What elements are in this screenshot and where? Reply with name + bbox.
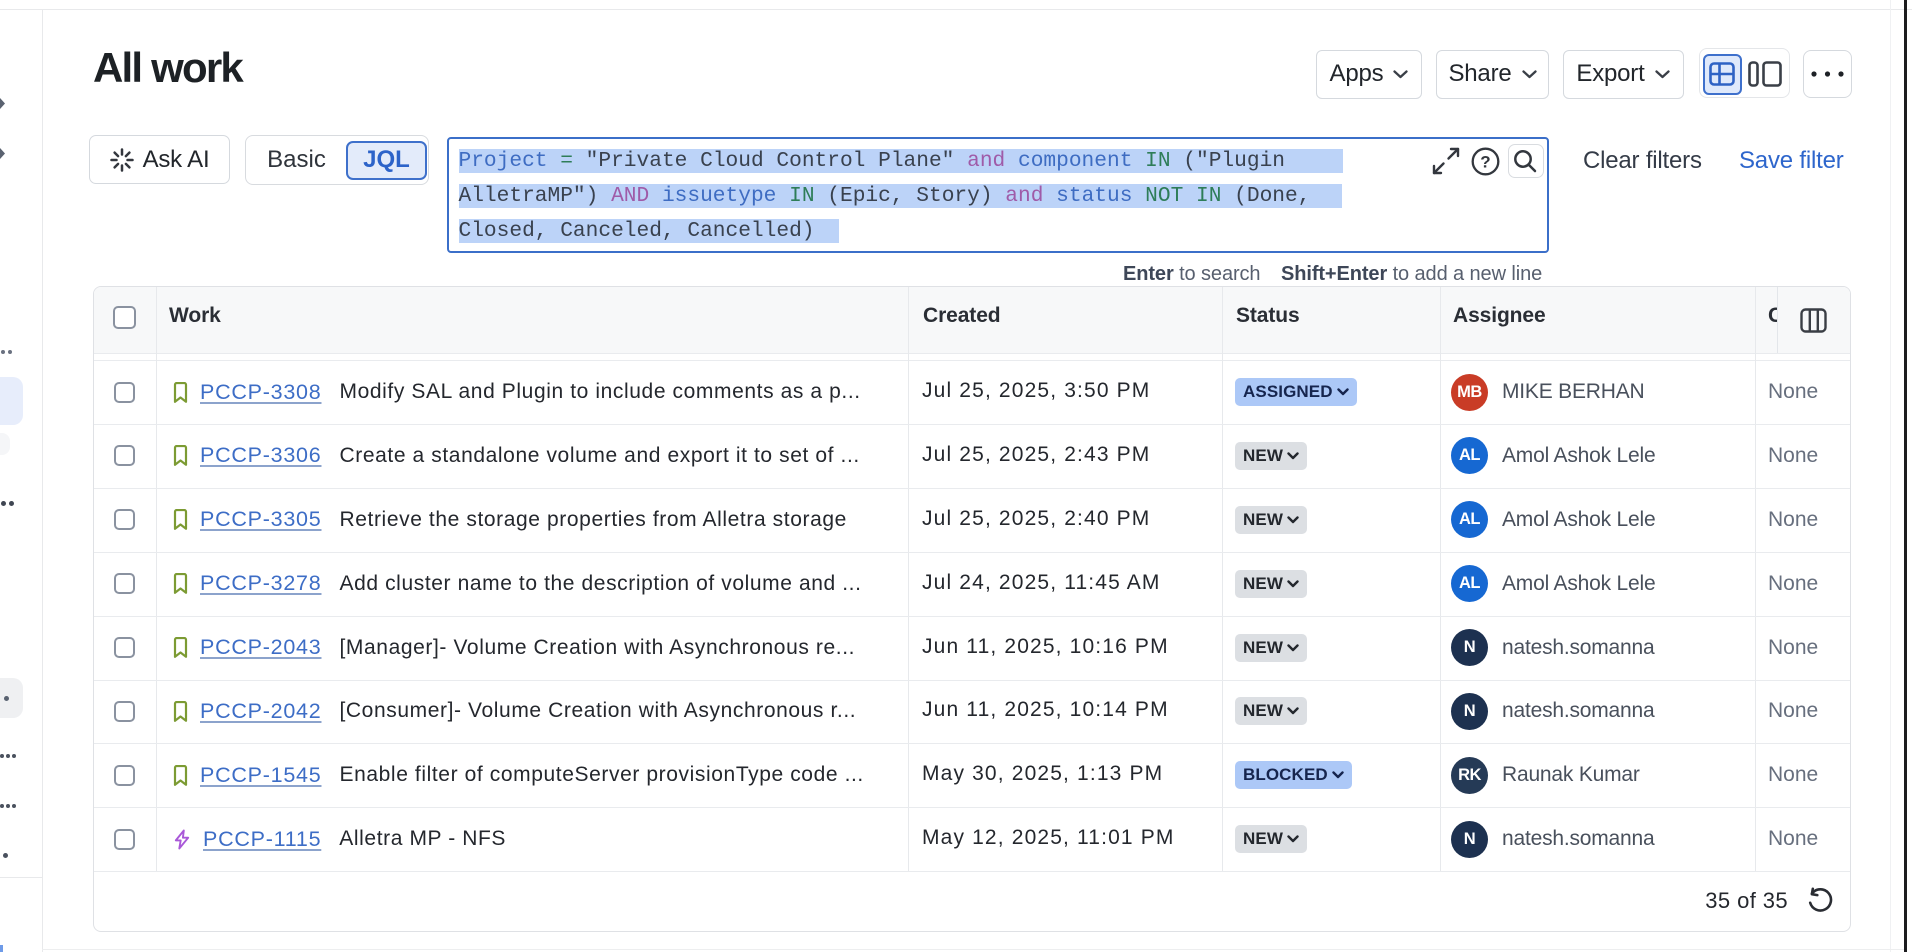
svg-text:?: ? [1480, 153, 1490, 172]
